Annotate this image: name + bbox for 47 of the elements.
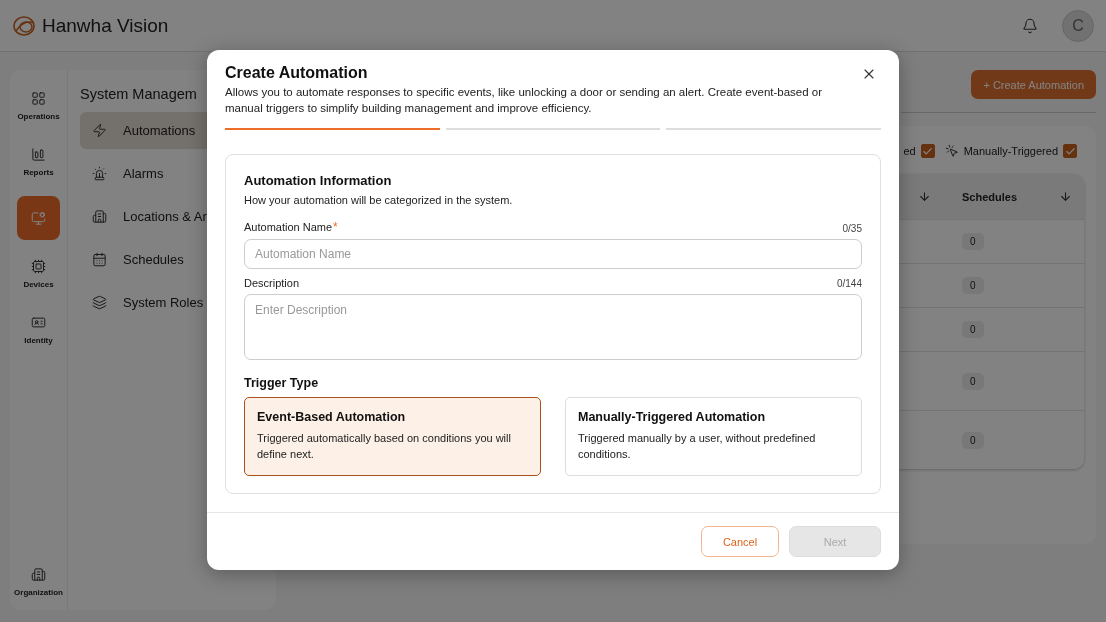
checkbox[interactable] <box>1063 144 1077 158</box>
count-badge: 0 <box>962 372 984 390</box>
sort-arrow-icon[interactable] <box>1059 190 1072 203</box>
checkbox[interactable] <box>920 144 935 158</box>
section-title: Automation Information <box>244 173 393 188</box>
building-icon <box>92 209 107 224</box>
character-counter: 0/35 <box>842 223 862 234</box>
bell-icon[interactable] <box>1022 17 1038 34</box>
rail-item[interactable]: Devices <box>17 252 60 296</box>
cursor-click-icon <box>944 144 959 158</box>
count-badge: 0 <box>962 321 984 338</box>
textarea-field[interactable]: Enter Description <box>244 294 862 360</box>
rail-item[interactable]: Identity <box>17 308 60 352</box>
calendar-icon <box>92 252 107 267</box>
count-badge: 0 <box>962 233 984 250</box>
logo-icon <box>12 14 38 37</box>
field-label: Description <box>244 277 300 289</box>
monitor-gear-icon <box>31 210 46 226</box>
section-subtitle: How your automation will be categorized in the system. <box>244 194 514 206</box>
modal-title: Create Automation <box>225 64 368 82</box>
chart-icon <box>31 147 46 162</box>
lightning-icon <box>92 123 107 138</box>
siren-icon <box>92 166 107 181</box>
id-card-icon <box>31 315 46 330</box>
filter-label: Manually-Triggered <box>963 145 1058 157</box>
column-header[interactable]: Schedules <box>962 190 1018 203</box>
trigger-option[interactable]: Manually-Triggered Automation Triggered manually by a user, without predefined conditions. <box>565 397 862 476</box>
field-label: Trigger Type <box>244 376 320 390</box>
input-field[interactable]: Automation Name <box>244 239 862 269</box>
cancel-button[interactable]: Cancel <box>701 526 779 557</box>
count-badge: 0 <box>962 431 984 449</box>
field-label: Automation Name* <box>244 220 338 234</box>
avatar[interactable]: C <box>1062 9 1094 42</box>
rail-item[interactable]: Operations <box>17 84 60 128</box>
filter-label: ed <box>903 145 916 157</box>
character-counter: 0/144 <box>836 278 862 289</box>
grid-icon <box>31 91 46 106</box>
count-badge: 0 <box>962 277 984 294</box>
rail-item[interactable]: Reports <box>17 140 60 184</box>
building-icon <box>31 567 46 582</box>
section-title: System Managem <box>80 86 197 102</box>
trigger-option[interactable]: Event-Based Automation Triggered automatically based on conditions you will define next. <box>244 397 541 476</box>
logo-text: Hanwha Vision <box>42 14 169 37</box>
sort-arrow-icon[interactable] <box>917 190 931 203</box>
chip-icon <box>31 259 46 274</box>
layers-icon <box>92 295 107 310</box>
rail-item[interactable] <box>17 196 60 240</box>
